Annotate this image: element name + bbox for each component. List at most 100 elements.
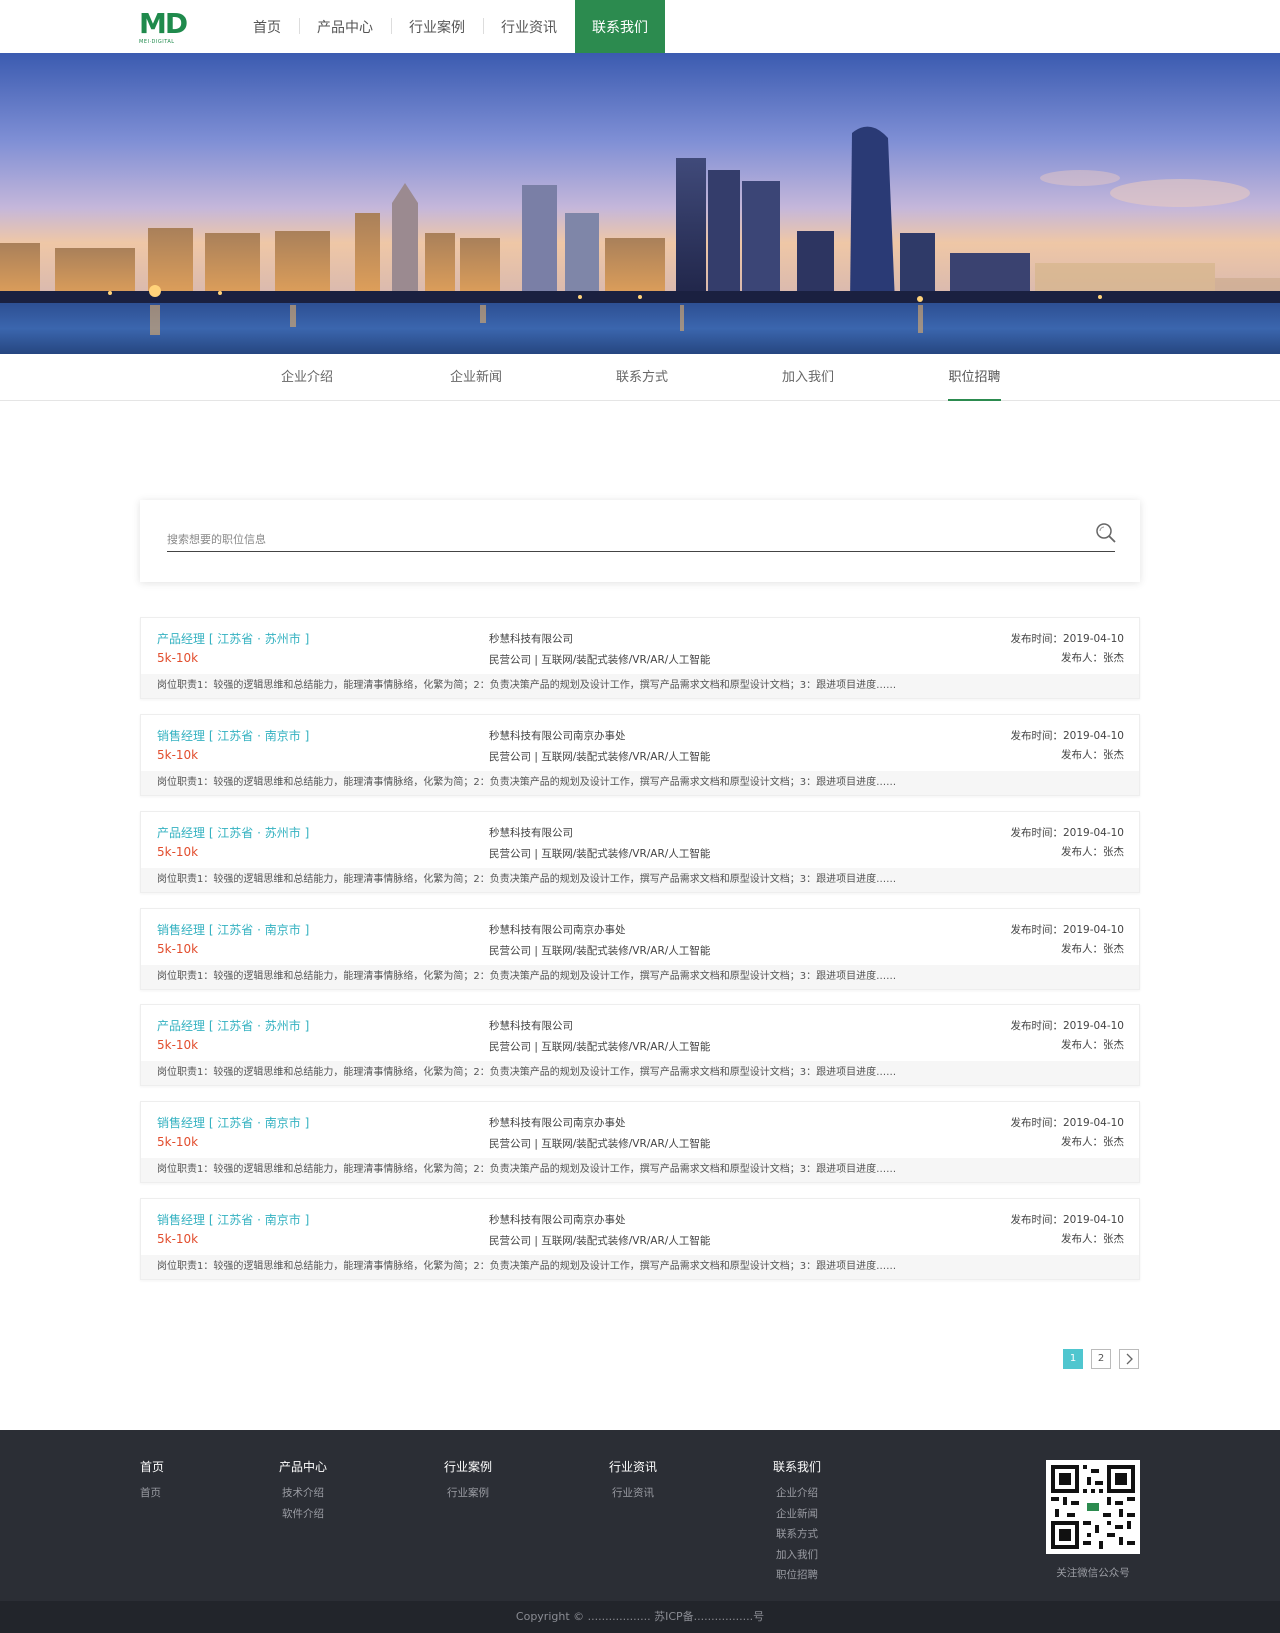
job-company: 秒慧科技有限公司南京办事处 [489, 1214, 626, 1226]
city-skyline-banner [0, 53, 1280, 354]
job-description: 岗位职责1：较强的逻辑思维和总结能力，能理清事情脉络，化繁为简；2：负责决策产品… [141, 965, 1139, 989]
job-publisher: 发布人：张杰 [1061, 846, 1124, 858]
skyline-illustration [0, 53, 1280, 354]
job-description: 岗位职责1：较强的逻辑思维和总结能力，能理清事情脉络，化繁为简；2：负责决策产品… [141, 771, 1139, 795]
footer-link[interactable]: 技术介绍 [279, 1483, 327, 1504]
footer-link[interactable]: 首页 [140, 1483, 164, 1504]
job-company-tags: 民营公司 | 互联网/装配式装修/VR/AR/人工智能 [489, 654, 711, 666]
job-description: 岗位职责1：较强的逻辑思维和总结能力，能理清事情脉络，化繁为简；2：负责决策产品… [141, 868, 1139, 892]
footer-link[interactable]: 行业资讯 [609, 1483, 657, 1504]
footer-column-contact: 联系我们 企业介绍 企业新闻 联系方式 加入我们 职位招聘 [773, 1458, 821, 1586]
job-item[interactable]: 销售经理 [ 江苏省 · 南京市 ] 5k-10k 秒慧科技有限公司南京办事处 … [140, 908, 1140, 990]
about-subnav: 企业介绍 企业新闻 联系方式 加入我们 职位招聘 [0, 354, 1280, 401]
footer-link[interactable]: 行业案例 [444, 1483, 492, 1504]
footer-link[interactable]: 企业介绍 [773, 1483, 821, 1504]
nav-products[interactable]: 产品中心 [299, 0, 391, 53]
job-publish-date: 发布时间：2019-04-10 [1010, 1117, 1124, 1129]
nav-news[interactable]: 行业资讯 [483, 0, 575, 53]
nav-cases[interactable]: 行业案例 [391, 0, 483, 53]
nav-home[interactable]: 首页 [235, 0, 299, 53]
page-button-2[interactable]: 2 [1091, 1349, 1111, 1369]
job-publish-date: 发布时间：2019-04-10 [1010, 1214, 1124, 1226]
job-publish-date: 发布时间：2019-04-10 [1010, 827, 1124, 839]
nav-contact[interactable]: 联系我们 [575, 0, 665, 53]
job-salary: 5k-10k [157, 1232, 199, 1246]
job-company-tags: 民营公司 | 互联网/装配式装修/VR/AR/人工智能 [489, 945, 711, 957]
job-company: 秒慧科技有限公司南京办事处 [489, 924, 626, 936]
job-salary: 5k-10k [157, 942, 199, 956]
page-button-1[interactable]: 1 [1063, 1349, 1083, 1369]
footer-column-products: 产品中心 技术介绍 软件介绍 [279, 1458, 327, 1524]
job-company: 秒慧科技有限公司南京办事处 [489, 1117, 626, 1129]
subnav-company-news[interactable]: 企业新闻 [449, 354, 503, 401]
footer-heading[interactable]: 产品中心 [279, 1458, 327, 1475]
footer-heading[interactable]: 行业资讯 [609, 1458, 657, 1475]
footer-link[interactable]: 职位招聘 [773, 1565, 821, 1586]
job-publisher: 发布人：张杰 [1061, 749, 1124, 761]
job-item[interactable]: 产品经理 [ 江苏省 · 苏州市 ] 5k-10k 秒慧科技有限公司 民营公司 … [140, 811, 1140, 893]
subnav-join-us[interactable]: 加入我们 [781, 354, 835, 401]
job-description: 岗位职责1：较强的逻辑思维和总结能力，能理清事情脉络，化繁为简；2：负责决策产品… [141, 1061, 1139, 1085]
footer-link[interactable]: 企业新闻 [773, 1504, 821, 1525]
job-publish-date: 发布时间：2019-04-10 [1010, 730, 1124, 742]
job-title[interactable]: 销售经理 [ 江苏省 · 南京市 ] [157, 1114, 309, 1131]
job-publish-date: 发布时间：2019-04-10 [1010, 924, 1124, 936]
job-company: 秒慧科技有限公司 [489, 633, 573, 645]
job-company-tags: 民营公司 | 互联网/装配式装修/VR/AR/人工智能 [489, 848, 711, 860]
job-search-box [140, 500, 1140, 582]
chevron-right-icon [1126, 1353, 1133, 1365]
footer-column-news: 行业资讯 行业资讯 [609, 1458, 657, 1504]
job-title[interactable]: 销售经理 [ 江苏省 · 南京市 ] [157, 921, 309, 938]
job-title[interactable]: 产品经理 [ 江苏省 · 苏州市 ] [157, 630, 309, 647]
qr-caption: 关注微信公众号 [1056, 1567, 1130, 1579]
search-icon[interactable] [1094, 521, 1118, 545]
job-company: 秒慧科技有限公司 [489, 827, 573, 839]
job-company-tags: 民营公司 | 互联网/装配式装修/VR/AR/人工智能 [489, 1138, 711, 1150]
job-item[interactable]: 销售经理 [ 江苏省 · 南京市 ] 5k-10k 秒慧科技有限公司南京办事处 … [140, 1198, 1140, 1280]
job-company: 秒慧科技有限公司 [489, 1020, 573, 1032]
next-page-button[interactable] [1119, 1349, 1139, 1369]
footer-heading[interactable]: 行业案例 [444, 1458, 492, 1475]
job-company: 秒慧科技有限公司南京办事处 [489, 730, 626, 742]
subnav-contact-info[interactable]: 联系方式 [615, 354, 669, 401]
subnav-company-intro[interactable]: 企业介绍 [280, 354, 334, 401]
job-salary: 5k-10k [157, 1038, 199, 1052]
job-publisher: 发布人：张杰 [1061, 943, 1124, 955]
job-item[interactable]: 产品经理 [ 江苏省 · 苏州市 ] 5k-10k 秒慧科技有限公司 民营公司 … [140, 617, 1140, 699]
job-title[interactable]: 产品经理 [ 江苏省 · 苏州市 ] [157, 1017, 309, 1034]
job-publisher: 发布人：张杰 [1061, 1136, 1124, 1148]
job-publisher: 发布人：张杰 [1061, 1233, 1124, 1245]
qr-code-icon [1051, 1465, 1135, 1549]
job-item[interactable]: 销售经理 [ 江苏省 · 南京市 ] 5k-10k 秒慧科技有限公司南京办事处 … [140, 1101, 1140, 1183]
site-header: MD MEI·DIGITAL 首页 产品中心 行业案例 行业资讯 联系我们 [0, 0, 1280, 53]
site-footer: 首页 首页 产品中心 技术介绍 软件介绍 行业案例 行业案例 行业资讯 行业资讯… [0, 1430, 1280, 1601]
job-company-tags: 民营公司 | 互联网/装配式装修/VR/AR/人工智能 [489, 1041, 711, 1053]
job-description: 岗位职责1：较强的逻辑思维和总结能力，能理清事情脉络，化繁为简；2：负责决策产品… [141, 674, 1139, 698]
job-publish-date: 发布时间：2019-04-10 [1010, 1020, 1124, 1032]
job-salary: 5k-10k [157, 748, 199, 762]
job-item[interactable]: 产品经理 [ 江苏省 · 苏州市 ] 5k-10k 秒慧科技有限公司 民营公司 … [140, 1004, 1140, 1086]
footer-heading[interactable]: 联系我们 [773, 1458, 821, 1475]
job-title[interactable]: 产品经理 [ 江苏省 · 苏州市 ] [157, 824, 309, 841]
job-salary: 5k-10k [157, 845, 199, 859]
job-search-input[interactable] [167, 522, 1115, 552]
job-publisher: 发布人：张杰 [1061, 652, 1124, 664]
wechat-qr-code [1046, 1460, 1140, 1554]
site-logo[interactable]: MD MEI·DIGITAL [139, 9, 189, 46]
job-salary: 5k-10k [157, 1135, 199, 1149]
footer-link[interactable]: 加入我们 [773, 1545, 821, 1566]
job-title[interactable]: 销售经理 [ 江苏省 · 南京市 ] [157, 1211, 309, 1228]
job-description: 岗位职责1：较强的逻辑思维和总结能力，能理清事情脉络，化繁为简；2：负责决策产品… [141, 1158, 1139, 1182]
job-company-tags: 民营公司 | 互联网/装配式装修/VR/AR/人工智能 [489, 1235, 711, 1247]
job-title[interactable]: 销售经理 [ 江苏省 · 南京市 ] [157, 727, 309, 744]
footer-link[interactable]: 软件介绍 [279, 1504, 327, 1525]
footer-column-cases: 行业案例 行业案例 [444, 1458, 492, 1504]
footer-heading[interactable]: 首页 [140, 1458, 164, 1475]
job-publisher: 发布人：张杰 [1061, 1039, 1124, 1051]
subnav-job-openings[interactable]: 职位招聘 [948, 354, 1001, 401]
job-company-tags: 民营公司 | 互联网/装配式装修/VR/AR/人工智能 [489, 751, 711, 763]
copyright: Copyright © .................. 苏ICP备....… [0, 1601, 1280, 1633]
footer-link[interactable]: 联系方式 [773, 1524, 821, 1545]
job-item[interactable]: 销售经理 [ 江苏省 · 南京市 ] 5k-10k 秒慧科技有限公司南京办事处 … [140, 714, 1140, 796]
main-nav: 首页 产品中心 行业案例 行业资讯 联系我们 [235, 0, 665, 53]
